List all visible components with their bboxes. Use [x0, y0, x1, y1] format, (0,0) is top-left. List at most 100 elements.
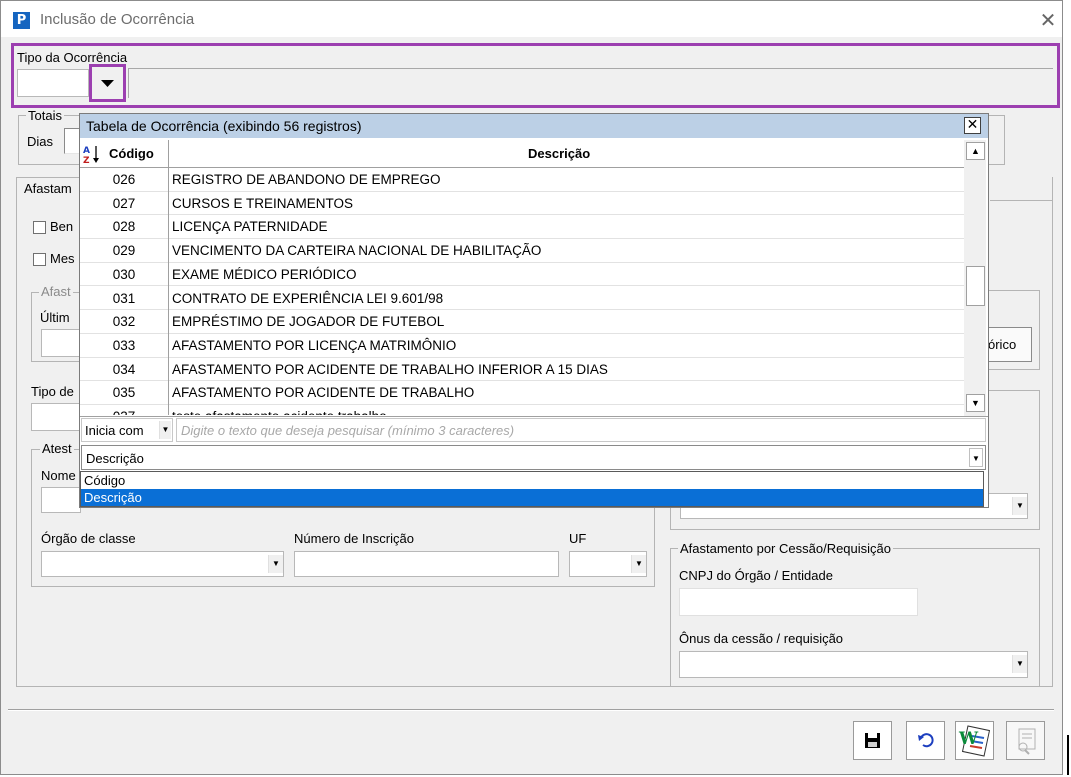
- uf-select[interactable]: ▼: [569, 551, 647, 577]
- table-row[interactable]: 037teste afastamento acidente trabalho: [80, 405, 964, 415]
- chevron-down-icon[interactable]: ▼: [1012, 497, 1027, 515]
- window-title: Inclusão de Ocorrência: [40, 11, 195, 28]
- cell-desc: EXAME MÉDICO PERIÓDICO: [168, 262, 964, 287]
- nome-label: Nome: [41, 468, 76, 483]
- cell-desc: AFASTAMENTO POR ACIDENTE DE TRABALHO INF…: [168, 357, 964, 382]
- chevron-down-icon: [101, 80, 114, 87]
- scroll-down-icon[interactable]: ▼: [966, 394, 985, 412]
- afast-group-title: Afast: [39, 284, 73, 299]
- tipo-ocorrencia-code-input[interactable]: [17, 69, 89, 97]
- sort-az-icon[interactable]: A Z: [83, 144, 103, 164]
- cell-code: 027: [112, 195, 136, 211]
- uf-label: UF: [569, 531, 587, 546]
- chevron-down-icon[interactable]: ▼: [268, 555, 283, 573]
- title-bar: P Inclusão de Ocorrência ✕: [1, 1, 1062, 37]
- table-row[interactable]: 029 VENCIMENTO DA CARTEIRA NACIONAL DE HA…: [80, 239, 964, 264]
- dropdown-option-codigo[interactable]: Código: [81, 472, 983, 489]
- svg-text:W: W: [958, 729, 979, 749]
- numero-inscricao-input[interactable]: [294, 551, 559, 577]
- numero-inscricao-label: Número de Inscrição: [294, 531, 414, 546]
- ultimo-label: Últim: [40, 310, 70, 325]
- cell-desc: CURSOS E TREINAMENTOS: [168, 191, 964, 216]
- tipo-de-label: Tipo de: [31, 384, 74, 399]
- tab-top-border: [16, 177, 86, 178]
- column-header-codigo[interactable]: Código: [109, 140, 154, 168]
- match-mode-select[interactable]: Inicia com ▼: [81, 418, 173, 442]
- close-icon[interactable]: ✕: [964, 117, 981, 134]
- bottom-separator: [8, 709, 1054, 711]
- ultimo-input[interactable]: [41, 329, 81, 357]
- nome-input[interactable]: [41, 487, 81, 513]
- tipo-de-input[interactable]: [31, 403, 81, 431]
- cell-code: 026: [112, 172, 136, 187]
- lookup-title: Tabela de Ocorrência (exibindo 56 regist…: [86, 118, 362, 134]
- cell-code: 032: [112, 314, 136, 330]
- match-mode-value: Inicia com: [85, 423, 144, 438]
- cell-code: 030: [112, 266, 136, 282]
- word-document-icon: W: [958, 725, 991, 757]
- table-row[interactable]: 035 AFASTAMENTO POR ACIDENTE DE TRABALHO: [80, 381, 964, 406]
- cessao-group-title: Afastamento por Cessão/Requisição: [678, 541, 894, 556]
- cell-desc: CONTRATO DE EXPERIÊNCIA LEI 9.601/98: [168, 286, 964, 311]
- cnpj-input[interactable]: [679, 588, 918, 616]
- tipo-ocorrencia-dropdown-button[interactable]: [89, 64, 126, 102]
- svg-text:Z: Z: [83, 156, 90, 164]
- close-icon[interactable]: ✕: [1037, 9, 1059, 31]
- ben-checkbox[interactable]: [33, 221, 46, 234]
- report-button[interactable]: [1006, 721, 1045, 760]
- table-row[interactable]: 032 EMPRÉSTIMO DE JOGADOR DE FUTEBOL: [80, 310, 964, 335]
- cell-code: 028: [112, 219, 136, 235]
- scroll-up-icon[interactable]: ▲: [966, 142, 985, 160]
- grid-header: A Z Código Descrição: [80, 140, 964, 168]
- search-field-value: Descrição: [86, 451, 144, 466]
- table-row[interactable]: 033 AFASTAMENTO POR LICENÇA MATRIMÔNIO: [80, 333, 964, 358]
- orgao-classe-select[interactable]: ▼: [41, 551, 284, 577]
- table-row[interactable]: 028 LICENÇA PATERNIDADE: [80, 215, 964, 240]
- search-input[interactable]: Digite o texto que deseja pesquisar (mín…: [176, 418, 986, 442]
- edge-marker: [1067, 735, 1069, 775]
- chevron-down-icon[interactable]: ▼: [631, 555, 646, 573]
- grid-footer-divider: [80, 416, 988, 417]
- cell-code: 033: [112, 337, 136, 353]
- cell-desc: LICENÇA PATERNIDADE: [168, 215, 964, 240]
- tipo-ocorrencia-description: [128, 68, 1053, 98]
- undo-button[interactable]: [906, 721, 945, 760]
- table-row[interactable]: 031 CONTRATO DE EXPERIÊNCIA LEI 9.601/98: [80, 286, 964, 311]
- mes-checkbox[interactable]: [33, 253, 46, 266]
- save-button[interactable]: [853, 721, 892, 760]
- cell-desc: teste afastamento acidente trabalho: [168, 405, 964, 415]
- search-field-dropdown: Código Descrição: [80, 471, 984, 507]
- cell-desc: REGISTRO DE ABANDONO DE EMPREGO: [168, 168, 964, 192]
- report-icon: [1018, 728, 1036, 755]
- table-row[interactable]: 026 REGISTRO DE ABANDONO DE EMPREGO: [80, 168, 964, 192]
- cell-desc: VENCIMENTO DA CARTEIRA NACIONAL DE HABIL…: [168, 239, 964, 264]
- cell-code: 035: [112, 385, 136, 401]
- cell-desc: EMPRÉSTIMO DE JOGADOR DE FUTEBOL: [168, 310, 964, 335]
- lookup-title-bar: Tabela de Ocorrência (exibindo 56 regist…: [80, 114, 988, 138]
- onus-select[interactable]: ▼: [679, 651, 1028, 678]
- cell-code: 031: [112, 290, 136, 306]
- grid-body: 026 REGISTRO DE ABANDONO DE EMPREGO 027 CU…: [80, 168, 964, 415]
- cnpj-label: CNPJ do Órgão / Entidade: [679, 568, 833, 583]
- column-header-descricao[interactable]: Descrição: [528, 140, 590, 168]
- tab-right-border: [990, 200, 1053, 201]
- svg-text:A: A: [83, 146, 90, 156]
- grid-scrollbar[interactable]: ▲ ▼: [964, 140, 986, 416]
- scrollbar-thumb[interactable]: [966, 266, 985, 306]
- historico-button[interactable]: órico: [984, 327, 1032, 362]
- table-row[interactable]: 027 CURSOS E TREINAMENTOS: [80, 191, 964, 216]
- table-row[interactable]: 034 AFASTAMENTO POR ACIDENTE DE TRABALHO …: [80, 357, 964, 382]
- search-field-select[interactable]: Descrição ▼: [81, 445, 986, 470]
- chevron-down-icon[interactable]: ▼: [159, 421, 171, 439]
- tipo-ocorrencia-label: Tipo da Ocorrência: [17, 50, 128, 65]
- tab-afastamento[interactable]: Afastam: [24, 181, 72, 196]
- cell-code: 034: [112, 361, 136, 377]
- chevron-down-icon[interactable]: ▼: [969, 448, 983, 467]
- onus-label: Ônus da cessão / requisição: [679, 631, 844, 646]
- table-row[interactable]: 030 EXAME MÉDICO PERIÓDICO: [80, 262, 964, 287]
- dropdown-option-descricao[interactable]: Descrição: [81, 489, 983, 506]
- chevron-down-icon[interactable]: ▼: [1012, 655, 1027, 673]
- lookup-popup: Tabela de Ocorrência (exibindo 56 regist…: [79, 113, 989, 508]
- cell-code: 037: [80, 405, 168, 415]
- word-export-button[interactable]: W: [955, 721, 994, 760]
